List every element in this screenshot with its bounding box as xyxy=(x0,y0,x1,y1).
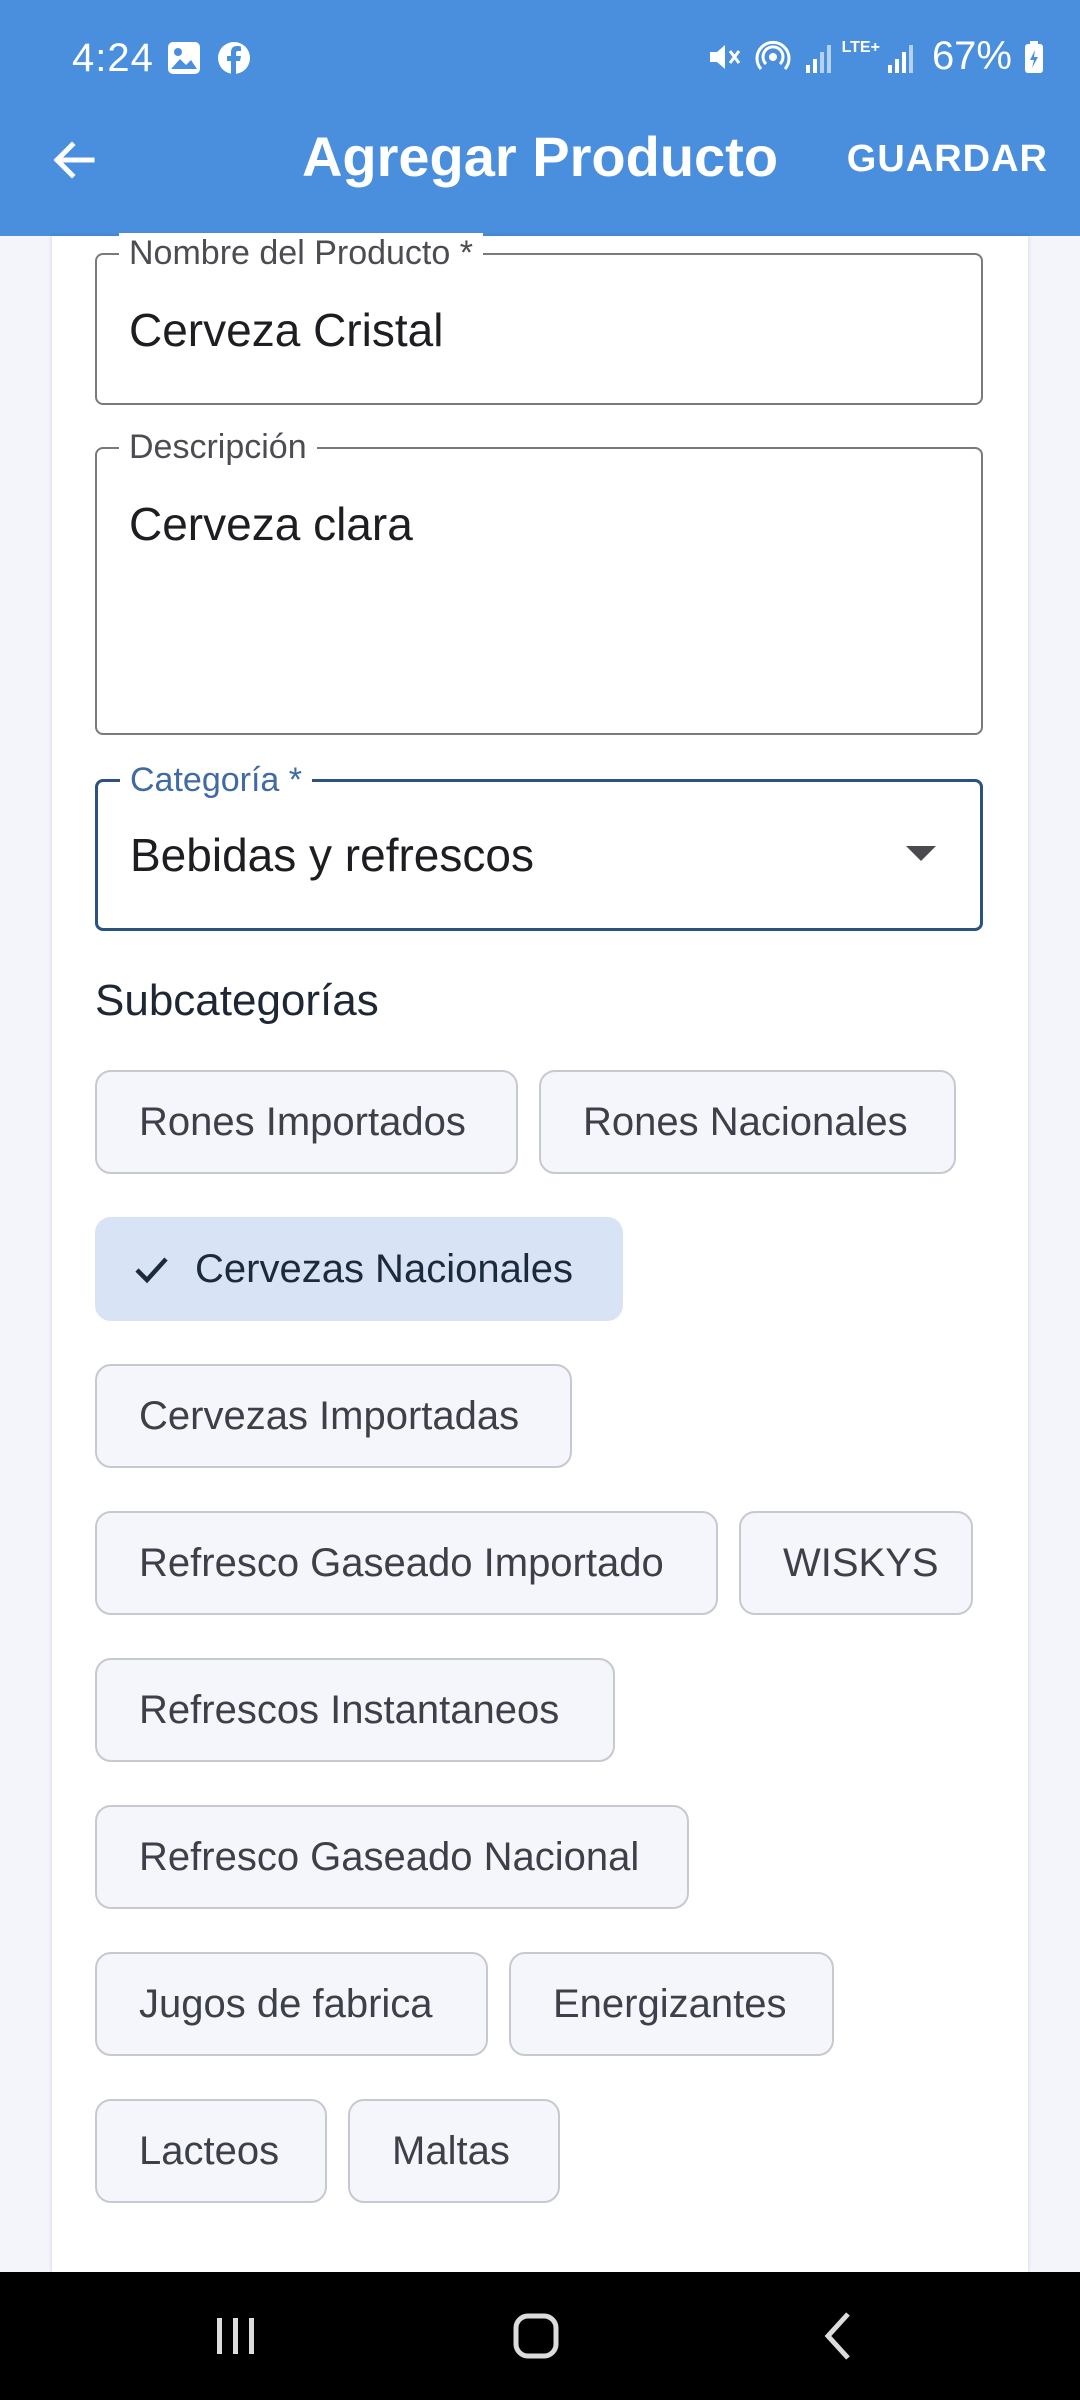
app-header: 4:24 LTE+ 67% Agregar Producto GUARDAR xyxy=(0,0,1080,236)
save-button[interactable]: GUARDAR xyxy=(847,138,1048,181)
signal-icon xyxy=(805,44,831,73)
chip-label: Maltas xyxy=(392,2128,510,2173)
status-system-icons: LTE+ 67% xyxy=(706,34,1044,79)
chip-label: WISKYS xyxy=(783,1540,939,1585)
subcategory-chip[interactable]: Lacteos xyxy=(95,2099,327,2203)
battery-icon xyxy=(1025,40,1043,73)
chip-label: Refresco Gaseado Importado xyxy=(139,1540,664,1585)
category-dropdown[interactable]: Categoría * Bebidas y refrescos xyxy=(95,760,983,931)
subcategory-chip[interactable]: Rones Importados xyxy=(95,1070,518,1174)
subcategory-chip[interactable]: Refresco Gaseado Importado xyxy=(95,1511,718,1615)
status-time: 4:24 xyxy=(72,36,154,80)
subcategory-chip[interactable]: Rones Nacionales xyxy=(539,1070,956,1174)
status-notification-icons xyxy=(166,40,252,76)
subcategory-chip[interactable]: Jugos de fabrica xyxy=(95,1952,488,2056)
check-icon xyxy=(135,1257,168,1284)
hotspot-icon xyxy=(755,40,791,70)
subcategory-chip[interactable]: Energizantes xyxy=(509,1952,834,2056)
subcategory-chip[interactable]: Refrescos Instantaneos xyxy=(95,1658,615,1762)
home-icon[interactable] xyxy=(500,2300,572,2372)
image-icon xyxy=(168,42,200,74)
network-type-label: LTE+ xyxy=(841,38,880,56)
chip-label: Rones Importados xyxy=(139,1099,466,1144)
description-label: Descripción xyxy=(119,427,317,467)
subcategory-chip[interactable]: WISKYS xyxy=(739,1511,973,1615)
system-nav-bar xyxy=(0,2272,1080,2400)
chevron-down-icon[interactable] xyxy=(906,846,936,861)
subcategory-chip[interactable]: Refresco Gaseado Nacional xyxy=(95,1805,689,1909)
chip-label: Cervezas Importadas xyxy=(139,1393,520,1438)
product-name-label: Nombre del Producto * xyxy=(119,233,483,273)
description-value: Cerveza clara xyxy=(129,498,413,550)
back-nav-icon[interactable] xyxy=(804,2300,876,2372)
chip-label: Refrescos Instantaneos xyxy=(139,1687,560,1732)
chip-label: Lacteos xyxy=(139,2128,280,2173)
chip-label: Energizantes xyxy=(553,1981,787,2026)
recent-apps-icon[interactable] xyxy=(200,2300,272,2372)
subcategory-chip[interactable]: Cervezas Importadas xyxy=(95,1364,572,1468)
product-name-field[interactable]: Nombre del Producto * Cerveza Cristal xyxy=(95,233,983,405)
category-label: Categoría * xyxy=(120,760,312,800)
chip-label: Cervezas Nacionales xyxy=(195,1246,573,1291)
product-name-value: Cerveza Cristal xyxy=(129,304,444,356)
battery-percent: 67% xyxy=(931,34,1012,78)
chip-label: Jugos de fabrica xyxy=(139,1981,433,2026)
facebook-icon xyxy=(218,42,250,74)
subcategories-title: Subcategorías xyxy=(95,976,379,1025)
chip-label: Rones Nacionales xyxy=(583,1099,908,1144)
description-field[interactable]: Descripción Cerveza clara xyxy=(95,427,983,735)
signal-icon xyxy=(887,44,913,73)
mute-icon xyxy=(709,44,740,69)
subcategory-chip[interactable]: Maltas xyxy=(348,2099,560,2203)
subcategory-chip-selected[interactable]: Cervezas Nacionales xyxy=(95,1217,623,1321)
category-value: Bebidas y refrescos xyxy=(130,829,534,881)
chip-label: Refresco Gaseado Nacional xyxy=(139,1834,640,1879)
